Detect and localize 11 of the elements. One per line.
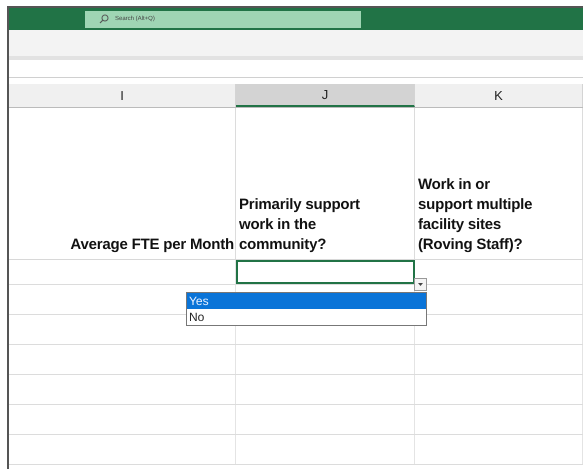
dropdown-option[interactable]: No [187,309,426,325]
dropdown-arrow-button[interactable] [414,278,427,291]
caret-icon [418,283,423,286]
header-cell-text: Average FTE per Month [70,235,234,255]
header-cell-text: Primarily support work in the community? [239,195,360,255]
header-cell-text: Work in or support multiple facility sites (Roving Staff)? [418,175,532,255]
column-header[interactable]: K [415,84,583,107]
search-icon [99,14,109,24]
column-header[interactable]: J [236,84,415,107]
dropdown-option[interactable]: Yes [187,293,426,309]
active-cell[interactable] [236,260,415,284]
